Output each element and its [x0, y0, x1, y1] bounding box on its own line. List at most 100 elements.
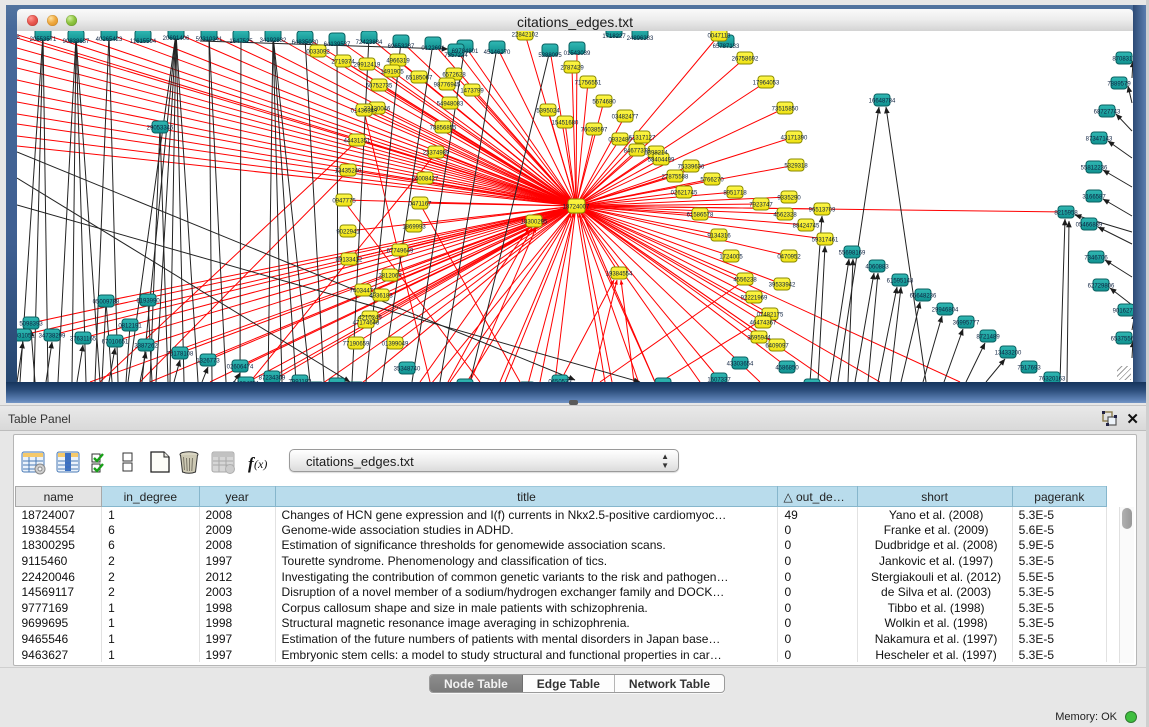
svg-text:1326773: 1326773 — [196, 358, 220, 364]
svg-text:34192832: 34192832 — [260, 38, 287, 44]
svg-text:96513709: 96513709 — [809, 207, 836, 213]
svg-text:98776945: 98776945 — [434, 82, 461, 88]
svg-text:9022941: 9022941 — [336, 229, 360, 235]
svg-text:46474367: 46474367 — [750, 320, 777, 326]
svg-text:9134316: 9134316 — [707, 233, 731, 239]
svg-text:8215958: 8215958 — [1054, 210, 1078, 216]
svg-text:2812067: 2812067 — [378, 273, 402, 279]
svg-text:58404499: 58404499 — [648, 157, 675, 163]
svg-text:20553571: 20553571 — [30, 37, 57, 43]
svg-text:0122691: 0122691 — [421, 46, 445, 52]
svg-text:0047113: 0047113 — [708, 33, 732, 39]
svg-text:87234309: 87234309 — [259, 375, 286, 381]
svg-text:54948083: 54948083 — [437, 101, 464, 107]
svg-text:0470952: 0470952 — [777, 254, 801, 260]
svg-text:65648236: 65648236 — [910, 293, 937, 299]
svg-text:02621745: 02621745 — [671, 190, 698, 196]
svg-text:02606474: 02606474 — [227, 364, 254, 370]
svg-text:78856855: 78856855 — [430, 125, 457, 131]
svg-text:71756551: 71756551 — [575, 80, 602, 86]
svg-text:5674680: 5674680 — [592, 99, 616, 105]
svg-text:15451680: 15451680 — [552, 120, 579, 126]
svg-text:05009788: 05009788 — [93, 299, 120, 305]
svg-text:01436349: 01436349 — [351, 108, 378, 114]
svg-text:88424745: 88424745 — [793, 223, 820, 229]
svg-text:2787429: 2787429 — [560, 65, 584, 71]
svg-text:4060883: 4060883 — [865, 264, 889, 270]
svg-text:1724005: 1724005 — [719, 254, 743, 260]
svg-text:1491905: 1491905 — [380, 69, 404, 75]
svg-text:6398214: 6398214 — [644, 150, 668, 156]
svg-text:43303654: 43303654 — [727, 361, 754, 367]
svg-text:69653287: 69653287 — [388, 44, 415, 50]
svg-text:76320163: 76320163 — [1039, 376, 1066, 382]
svg-text:65375564: 65375564 — [1111, 336, 1133, 342]
svg-text:7346706: 7346706 — [1084, 255, 1108, 261]
svg-text:1607337: 1607337 — [707, 377, 731, 382]
svg-text:7923747: 7923747 — [749, 202, 773, 208]
svg-text:43171390: 43171390 — [781, 135, 808, 141]
svg-text:0812191: 0812191 — [118, 323, 142, 329]
svg-text:87347143: 87347143 — [1086, 136, 1113, 142]
svg-text:73515850: 73515850 — [772, 106, 799, 112]
svg-text:4936183: 4936183 — [369, 293, 393, 299]
svg-text:36995777: 36995777 — [953, 320, 980, 326]
svg-text:59310341: 59310341 — [196, 37, 223, 43]
svg-text:76038597: 76038597 — [581, 127, 608, 133]
svg-text:59317461: 59317461 — [812, 237, 839, 243]
svg-text:1718227: 1718227 — [602, 34, 626, 40]
svg-text:17964053: 17964053 — [753, 80, 780, 86]
svg-text:47174648: 47174648 — [353, 320, 380, 326]
svg-text:0033092: 0033092 — [306, 49, 330, 55]
svg-text:24008427: 24008427 — [412, 176, 439, 182]
svg-text:72423884: 72423884 — [356, 40, 383, 46]
svg-text:01543039: 01543039 — [564, 51, 591, 57]
svg-text:90838637: 90838637 — [63, 39, 90, 45]
svg-text:3387262: 3387262 — [134, 343, 158, 349]
svg-text:22842102: 22842102 — [512, 32, 539, 38]
svg-text:8721489: 8721489 — [976, 334, 1000, 340]
svg-text:61317127: 61317127 — [629, 135, 656, 141]
svg-text:34738299: 34738299 — [39, 333, 66, 339]
svg-text:05466889: 05466889 — [1076, 222, 1103, 228]
svg-text:2719374: 2719374 — [331, 59, 355, 65]
svg-text:50752735: 50752735 — [366, 83, 393, 89]
svg-text:5288095: 5288095 — [538, 53, 562, 59]
svg-text:13435240: 13435240 — [335, 168, 362, 174]
svg-text:18724007: 18724007 — [563, 204, 590, 210]
svg-text:03482477: 03482477 — [612, 114, 639, 120]
svg-text:45146270: 45146270 — [484, 50, 511, 56]
svg-text:67749649: 67749649 — [387, 248, 414, 254]
svg-text:07482175: 07482175 — [757, 312, 784, 318]
svg-text:11615594: 11615594 — [130, 39, 157, 45]
svg-text:29053346: 29053346 — [147, 125, 174, 131]
svg-text:67010651: 67010651 — [102, 339, 129, 345]
svg-text:68727743: 68727743 — [1094, 109, 1121, 115]
svg-text:8708317: 8708317 — [1112, 56, 1133, 62]
svg-text:37631165: 37631165 — [70, 336, 97, 342]
svg-text:6193990: 6193990 — [136, 298, 160, 304]
svg-text:64835030: 64835030 — [292, 40, 319, 46]
svg-text:3695944: 3695944 — [747, 335, 771, 341]
svg-text:44431351: 44431351 — [344, 138, 371, 144]
svg-text:92221969: 92221969 — [741, 295, 768, 301]
svg-text:77190659: 77190659 — [343, 341, 370, 347]
svg-text:24896383: 24896383 — [627, 36, 654, 42]
svg-text:90162720: 90162720 — [1113, 308, 1133, 314]
svg-text:40265423: 40265423 — [96, 37, 123, 43]
svg-text:6572628: 6572628 — [442, 72, 466, 78]
svg-text:0947775: 0947775 — [332, 198, 356, 204]
svg-text:5098393: 5098393 — [19, 321, 43, 327]
svg-text:29946804: 29946804 — [932, 307, 959, 313]
svg-text:8951718: 8951718 — [723, 190, 747, 196]
svg-text:0471167: 0471167 — [409, 201, 433, 207]
svg-text:64139537: 64139537 — [324, 42, 351, 48]
svg-text:09133412: 09133412 — [336, 257, 363, 263]
svg-text:20691406: 20691406 — [163, 36, 190, 42]
svg-text:7991183: 7991183 — [289, 379, 313, 382]
svg-text:16648784: 16648784 — [869, 98, 896, 104]
svg-text:4586850: 4586850 — [775, 365, 799, 371]
svg-text:65787133: 65787133 — [713, 44, 740, 50]
svg-text:7357224: 7357224 — [444, 53, 468, 59]
svg-text:65185067: 65185067 — [406, 75, 433, 81]
